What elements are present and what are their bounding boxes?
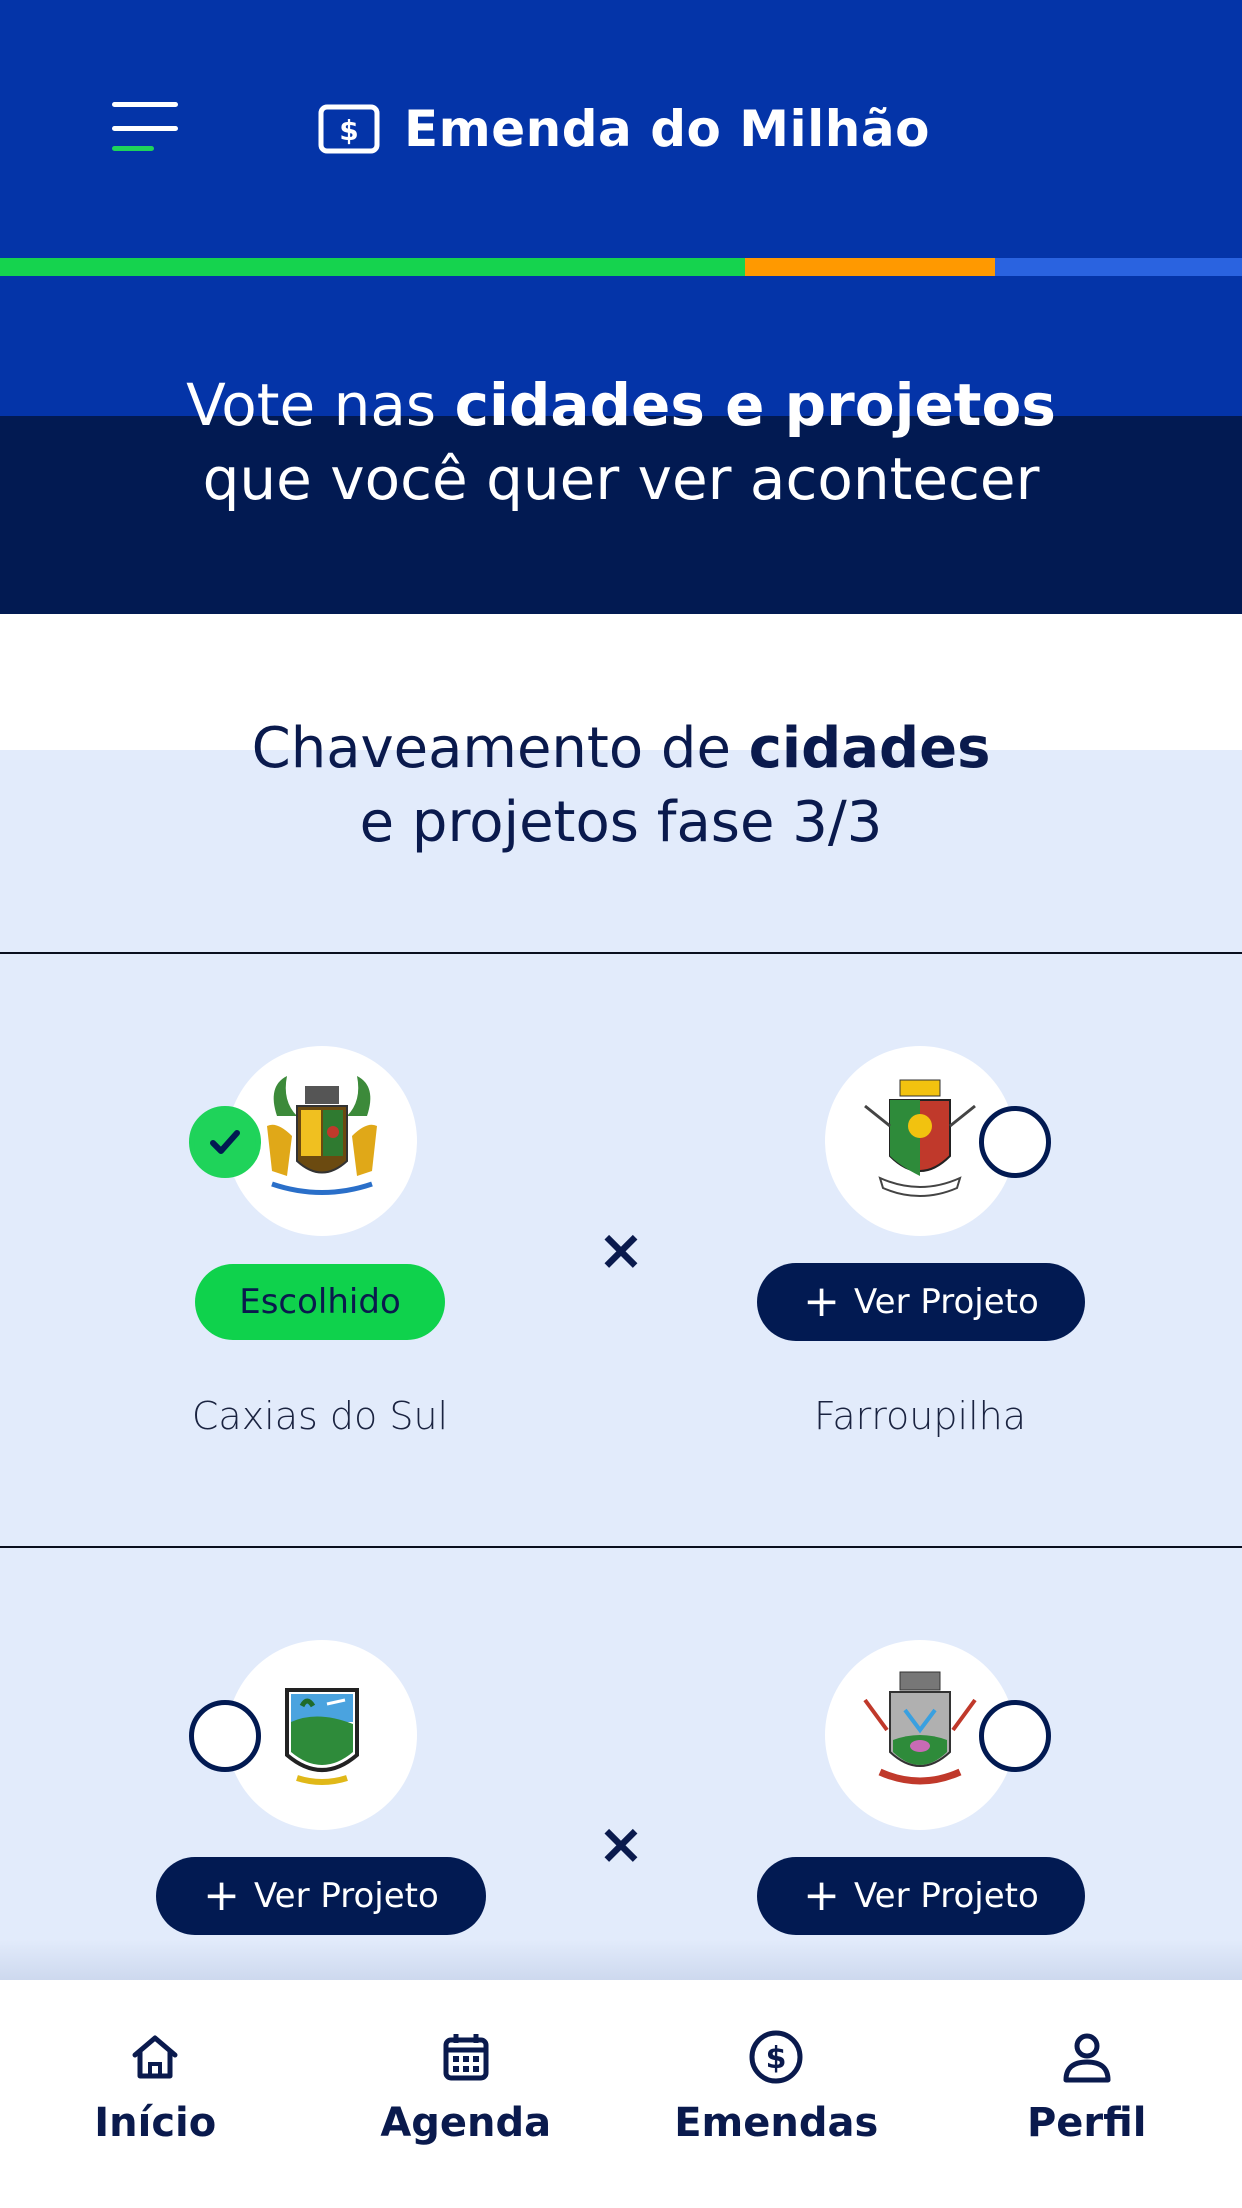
plus-icon: + — [203, 1870, 241, 1921]
svg-text:$: $ — [766, 2041, 787, 2076]
app-header: $ Emenda do Milhão — [0, 0, 1242, 416]
hamburger-menu-icon[interactable] — [112, 102, 178, 154]
app-brand: $ Emenda do Milhão — [318, 98, 930, 160]
versus-icon: × — [597, 1812, 645, 1877]
crest-image — [864, 1079, 976, 1197]
plus-icon: + — [803, 1870, 841, 1921]
plus-icon: + — [803, 1276, 841, 1327]
vote-radio-farroupilha[interactable] — [979, 1106, 1051, 1178]
vote-radio[interactable] — [189, 1700, 261, 1772]
crest-image — [863, 1671, 977, 1785]
dollar-circle-icon: $ — [749, 2030, 803, 2084]
ver-projeto-button[interactable]: + Ver Projeto — [757, 1263, 1085, 1341]
section-title: Chaveamento de cidades e projetos fase 3… — [251, 716, 991, 855]
city-name: Caxias do Sul — [191, 1394, 449, 1438]
ver-projeto-button[interactable]: + Ver Projeto — [757, 1857, 1085, 1935]
svg-text:$: $ — [339, 114, 358, 147]
calendar-icon — [443, 2034, 489, 2081]
progress-segment-complete — [0, 258, 745, 276]
crest-image — [285, 1688, 359, 1785]
check-icon — [210, 1130, 240, 1154]
vote-radio-caxias-do-sul[interactable] — [189, 1106, 261, 1178]
bottom-navigation: Início Agenda $ Emendas Perfil — [0, 1980, 1242, 2208]
user-icon — [1063, 2033, 1111, 2083]
city-name: Farroupilha — [813, 1394, 1026, 1438]
versus-icon: × — [597, 1218, 645, 1283]
progress-segment-remaining — [995, 258, 1242, 276]
nav-item-inicio[interactable]: Início — [0, 1980, 311, 2208]
home-icon — [132, 2035, 178, 2079]
crest-image — [267, 1076, 377, 1195]
nav-item-agenda[interactable]: Agenda — [311, 1980, 622, 2208]
nav-item-perfil[interactable]: Perfil — [932, 1980, 1242, 2208]
chosen-badge: Escolhido — [195, 1264, 445, 1340]
hero-headline: Vote nas cidades e projetos que você que… — [186, 371, 1056, 513]
vote-radio[interactable] — [979, 1700, 1051, 1772]
app-title: Emenda do Milhão — [404, 100, 930, 158]
match-card: Escolhido Caxias do Sul × + Ver Projeto … — [0, 954, 1242, 1544]
dollar-bill-icon: $ — [318, 104, 380, 154]
nav-item-emendas[interactable]: $ Emendas — [621, 1980, 932, 2208]
progress-segment-current — [745, 258, 995, 276]
phase-progress-bar — [0, 258, 1242, 276]
ver-projeto-button[interactable]: + Ver Projeto — [156, 1857, 486, 1935]
